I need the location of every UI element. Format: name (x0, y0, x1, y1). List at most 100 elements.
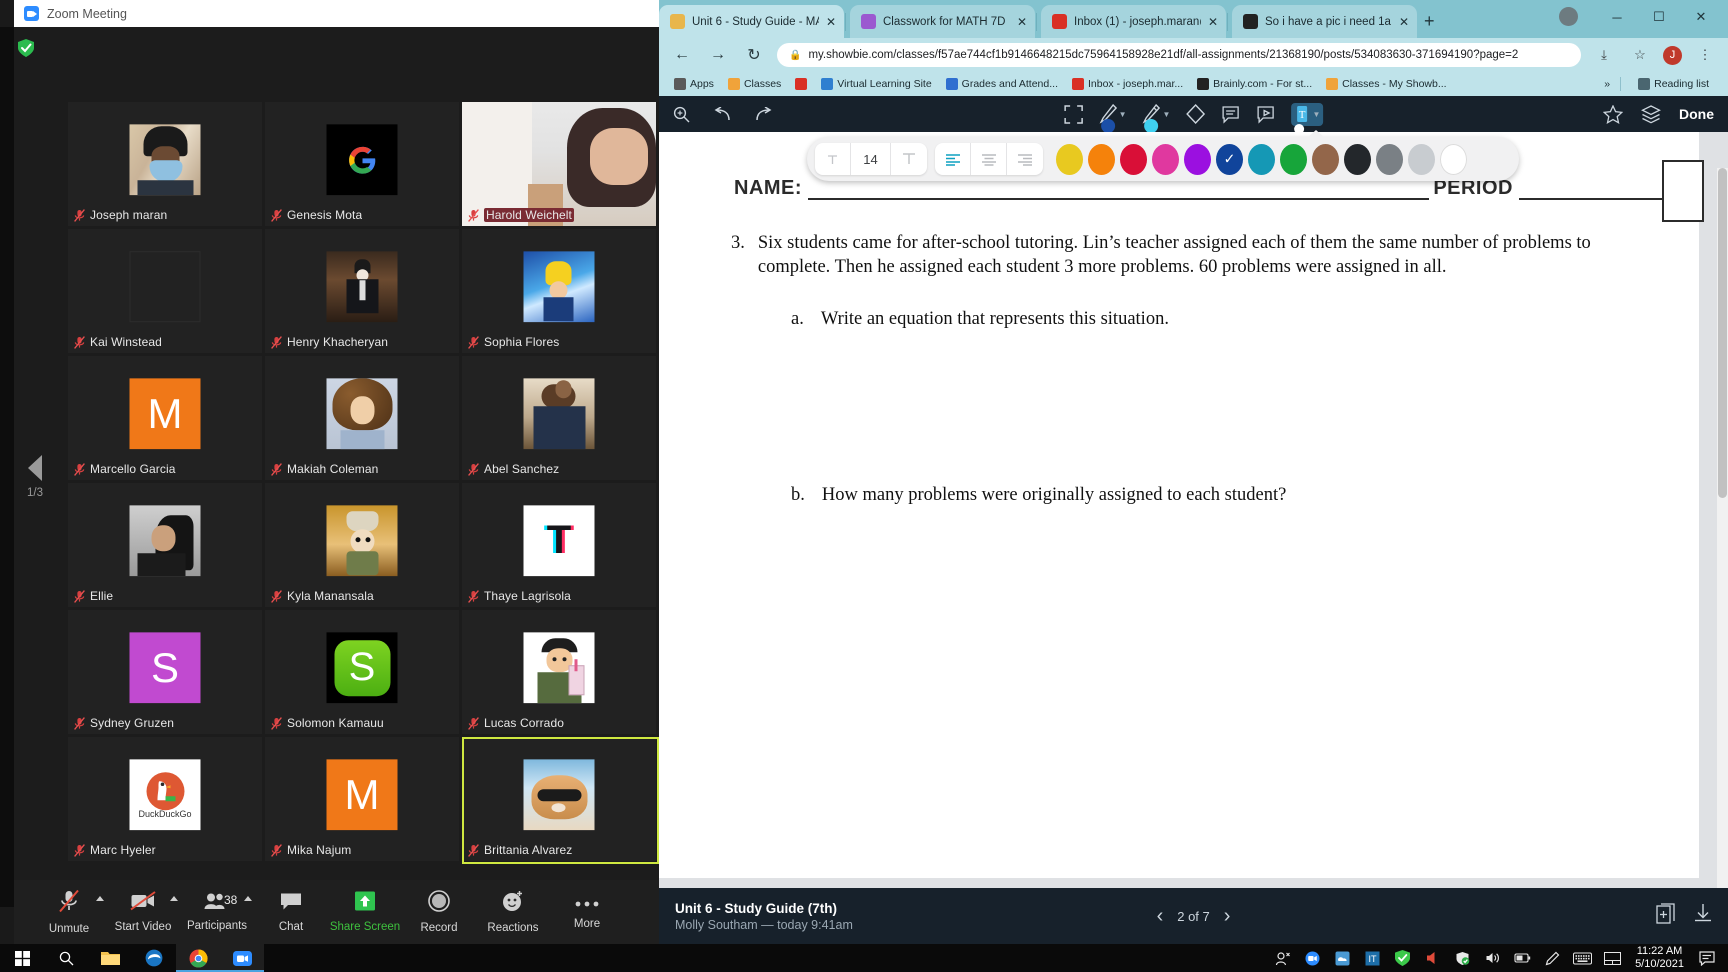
decrease-font-icon[interactable] (815, 143, 851, 175)
participant-tile[interactable]: T Thaye Lagrisola (462, 483, 659, 610)
bookmark-item[interactable]: Brainly.com - For st... (1190, 78, 1319, 90)
font-size-value[interactable]: 14 (851, 143, 891, 175)
color-swatch-navy-blue[interactable]: ✓ (1216, 143, 1243, 175)
align-right-icon[interactable] (1007, 143, 1043, 175)
participant-tile[interactable]: Sophia Flores (462, 229, 659, 356)
app-tray-icon[interactable]: IT (1357, 944, 1387, 972)
color-swatch-red[interactable] (1120, 143, 1147, 175)
pen-tray-icon[interactable] (1537, 944, 1567, 972)
align-center-icon[interactable] (971, 143, 1007, 175)
speaker-icon[interactable] (1477, 944, 1507, 972)
zoom-control-reactions[interactable]: Reactions (476, 884, 550, 940)
tab-close-icon[interactable]: ✕ (826, 15, 836, 29)
tab-close-icon[interactable]: ✕ (1208, 15, 1218, 29)
color-swatch-green[interactable] (1280, 143, 1307, 175)
browser-tab[interactable]: Classwork for MATH 7D ✕ (850, 5, 1035, 38)
participant-tile[interactable]: Genesis Mota (265, 102, 462, 229)
eraser-tool-icon[interactable] (1186, 104, 1206, 124)
bookmark-item[interactable]: Grades and Attend... (939, 78, 1065, 90)
minimize-button[interactable]: ─ (1596, 4, 1638, 30)
keyboard-icon[interactable] (1567, 944, 1597, 972)
sticky-note-icon[interactable] (1221, 105, 1240, 124)
prev-page-button[interactable]: ‹ (1157, 905, 1164, 928)
color-swatch-black[interactable] (1344, 143, 1371, 175)
forward-button[interactable]: → (705, 42, 731, 68)
bookmark-item[interactable]: Inbox - joseph.mar... (1065, 78, 1190, 90)
color-swatch-yellow[interactable] (1056, 143, 1083, 175)
color-swatch-brown[interactable] (1312, 143, 1339, 175)
participant-tile[interactable]: S Solomon Kamauu (265, 610, 462, 737)
reload-button[interactable]: ↻ (741, 42, 767, 68)
participant-tile[interactable]: Kai Winstead (68, 229, 265, 356)
color-swatch-light-gray[interactable] (1408, 143, 1435, 175)
google-chrome-icon[interactable] (176, 944, 220, 972)
zoom-tray-icon[interactable] (1297, 944, 1327, 972)
participant-tile[interactable]: M Marcello Garcia (68, 356, 265, 483)
reading-list-button[interactable]: Reading list (1631, 78, 1716, 90)
bookmarks-overflow-button[interactable]: » (1604, 78, 1610, 90)
bookmark-item[interactable]: Virtual Learning Site (814, 78, 938, 90)
vertical-scrollbar[interactable] (1717, 168, 1728, 902)
vertical-scroll-thumb[interactable] (1718, 168, 1727, 498)
increase-font-icon[interactable] (891, 143, 927, 175)
participant-tile[interactable]: Joseph maran (68, 102, 265, 229)
chevron-up-icon[interactable] (244, 896, 252, 901)
zoom-control-share-screen[interactable]: Share Screen (328, 884, 402, 940)
security-shield-icon[interactable] (1387, 944, 1417, 972)
zoom-control-participants[interactable]: 38 Participants (180, 884, 254, 940)
install-app-icon[interactable]: ⤓ (1591, 42, 1617, 68)
new-tab-button[interactable]: + (1424, 12, 1435, 30)
star-icon[interactable] (1603, 104, 1623, 124)
taskbar-clock[interactable]: 11:22 AM 5/10/2021 (1627, 945, 1692, 971)
onedrive-sync-icon[interactable] (1327, 944, 1357, 972)
zoom-control-more[interactable]: More (550, 884, 624, 940)
color-swatch-purple[interactable] (1184, 143, 1211, 175)
browser-tab[interactable]: Unit 6 - Study Guide - MATH 7... ✕ (659, 5, 844, 38)
color-swatch-white[interactable] (1440, 143, 1467, 175)
participant-tile[interactable]: Henry Khacheryan (265, 229, 462, 356)
bookmark-star-icon[interactable]: ☆ (1627, 42, 1653, 68)
chevron-up-icon[interactable] (96, 896, 104, 901)
search-icon[interactable] (44, 944, 88, 972)
participant-tile[interactable]: DuckDuckGo Marc Hyeler (68, 737, 265, 864)
back-button[interactable]: ← (669, 42, 695, 68)
color-swatch-orange[interactable] (1088, 143, 1115, 175)
tab-close-icon[interactable]: ✕ (1399, 15, 1409, 29)
maximize-button[interactable]: ☐ (1638, 4, 1680, 30)
magnifier-plus-icon[interactable] (673, 106, 690, 123)
participant-tile[interactable]: Makiah Coleman (265, 356, 462, 483)
participant-tile[interactable]: Lucas Corrado (462, 610, 659, 737)
battery-icon[interactable] (1507, 944, 1537, 972)
touchpad-icon[interactable] (1597, 944, 1627, 972)
gallery-prev-page-button[interactable]: 1/3 (15, 442, 55, 512)
color-swatch-dark-gray[interactable] (1376, 143, 1403, 175)
chrome-menu-icon[interactable]: ⋮ (1692, 42, 1718, 68)
bookmark-item[interactable]: Apps (667, 78, 721, 90)
zoom-control-start-video[interactable]: Start Video (106, 884, 180, 940)
account-avatar[interactable]: J (1663, 45, 1682, 65)
browser-tab[interactable]: Inbox (1) - joseph.maran@htla... ✕ (1041, 5, 1226, 38)
participant-tile[interactable]: Harold Weichelt (462, 102, 659, 229)
done-button[interactable]: Done (1679, 106, 1714, 122)
voice-note-icon[interactable] (1256, 105, 1275, 124)
text-tool-button[interactable]: T ▼ (1291, 102, 1324, 134)
redo-arrow-icon[interactable] (754, 106, 774, 122)
participant-tile[interactable]: Kyla Manansala (265, 483, 462, 610)
microsoft-edge-icon[interactable] (132, 944, 176, 972)
fullscreen-expand-icon[interactable] (1063, 104, 1083, 124)
zoom-control-unmute[interactable]: Unmute (32, 884, 106, 940)
highlighter-tool-button[interactable]: ▼ (1142, 104, 1170, 133)
download-icon[interactable] (1694, 903, 1712, 929)
color-swatch-teal[interactable] (1248, 143, 1275, 175)
notification-center-icon[interactable] (1692, 944, 1722, 972)
document-viewport[interactable]: NAME: PERIOD 3. Six students came for af… (659, 132, 1728, 902)
color-swatch-pink[interactable] (1152, 143, 1179, 175)
align-left-icon[interactable] (935, 143, 971, 175)
zoom-icon[interactable] (220, 944, 264, 972)
zoom-control-record[interactable]: Record (402, 884, 476, 940)
file-explorer-icon[interactable] (88, 944, 132, 972)
tab-close-icon[interactable]: ✕ (1017, 15, 1027, 29)
bookmark-item[interactable]: Classes - My Showb... (1319, 78, 1453, 90)
security-shield-icon[interactable] (18, 39, 34, 57)
zoom-control-chat[interactable]: Chat (254, 884, 328, 940)
